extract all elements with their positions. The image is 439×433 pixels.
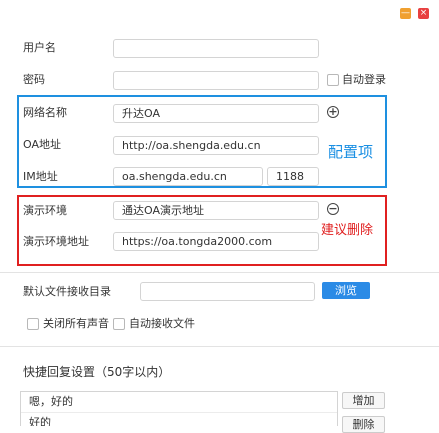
minimize-glyph: — (401, 8, 410, 18)
auto-login-checkbox[interactable] (327, 74, 339, 86)
mute-label: 关闭所有声音 (43, 317, 109, 330)
network-name-input[interactable]: 升达OA (113, 104, 319, 123)
file-dir-input[interactable] (140, 282, 315, 301)
add-circle-icon[interactable]: + (327, 106, 339, 118)
im-address-input[interactable]: oa.shengda.edu.cn (113, 167, 263, 186)
mute-checkbox[interactable] (27, 318, 39, 330)
username-input[interactable] (113, 39, 319, 58)
add-glyph: + (328, 105, 338, 118)
password-label: 密码 (23, 73, 45, 86)
config-annotation: 配置项 (328, 143, 374, 161)
section-divider-2 (0, 346, 439, 347)
auto-receive-label: 自动接收文件 (129, 317, 195, 330)
oa-address-input[interactable]: http://oa.shengda.edu.cn (113, 136, 319, 155)
im-address-label: IM地址 (23, 170, 58, 183)
remove-glyph: − (328, 202, 338, 215)
demo-address-input[interactable]: https://oa.tongda2000.com (113, 232, 319, 251)
add-reply-button[interactable]: 增加 (342, 392, 385, 409)
demo-env-label: 演示环境 (23, 204, 67, 217)
quick-reply-item[interactable]: 好的 (21, 413, 337, 426)
oa-address-label: OA地址 (23, 138, 61, 151)
auto-receive-checkbox[interactable] (113, 318, 125, 330)
password-input[interactable] (113, 71, 319, 90)
username-label: 用户名 (23, 41, 56, 54)
quick-reply-list[interactable]: 嗯，好的 好的 (20, 391, 338, 426)
delete-annotation: 建议删除 (321, 223, 374, 238)
remove-circle-icon[interactable]: − (327, 203, 339, 215)
quick-reply-title: 快捷回复设置（50字以内） (23, 365, 171, 379)
auto-login-label: 自动登录 (342, 73, 386, 86)
demo-address-label: 演示环境地址 (23, 235, 89, 248)
close-icon[interactable]: × (418, 8, 429, 19)
close-glyph: × (419, 8, 428, 18)
quick-reply-item[interactable]: 嗯，好的 (21, 392, 337, 413)
browse-button[interactable]: 浏览 (322, 282, 370, 299)
demo-env-input[interactable]: 通达OA演示地址 (113, 201, 319, 220)
delete-reply-button[interactable]: 删除 (342, 416, 385, 433)
im-port-input[interactable]: 1188 (267, 167, 319, 186)
file-dir-label: 默认文件接收目录 (23, 285, 111, 298)
network-name-label: 网络名称 (23, 106, 67, 119)
minimize-icon[interactable]: — (400, 8, 411, 19)
section-divider (0, 272, 439, 273)
